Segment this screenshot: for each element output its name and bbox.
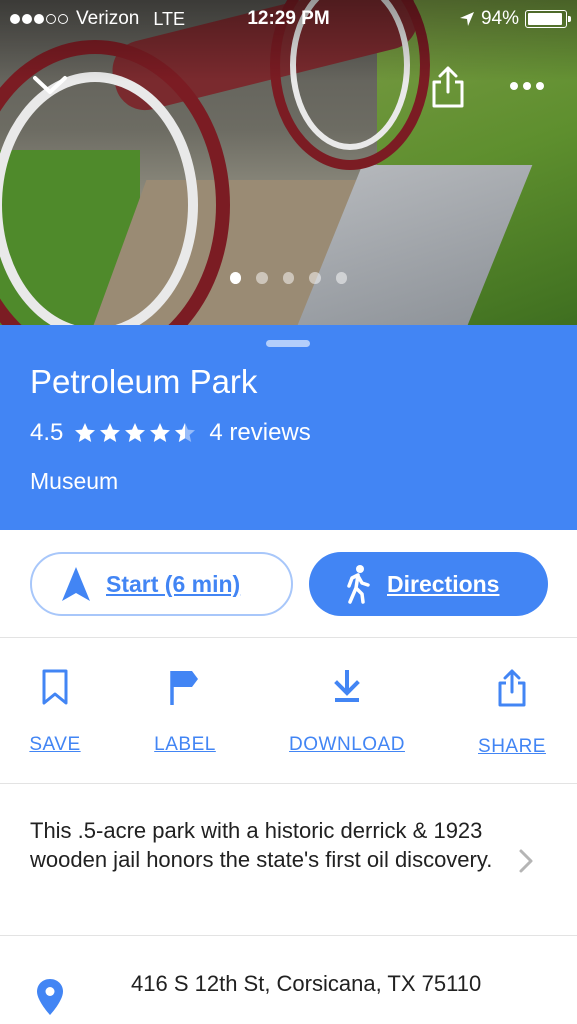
collapse-chevron-icon (33, 76, 67, 94)
location-pin-icon (37, 979, 63, 1015)
share-icon (432, 66, 464, 108)
pager-dot[interactable] (335, 272, 348, 284)
star-icon (150, 423, 171, 442)
pager-dot[interactable] (256, 272, 268, 284)
more-icon (510, 82, 544, 90)
download-icon (334, 670, 360, 702)
share-place-button[interactable]: SHARE (472, 668, 552, 758)
chevron-right-icon (519, 849, 533, 873)
download-button[interactable]: DOWNLOAD (282, 668, 412, 756)
start-navigation-button[interactable]: Start (6 min) (30, 552, 293, 616)
directions-label: Directions (387, 570, 500, 597)
reviews-count[interactable]: 4 reviews (209, 419, 310, 447)
star-rating (73, 421, 197, 445)
battery-icon (525, 10, 571, 28)
save-button[interactable]: SAVE (22, 668, 88, 756)
location-arrow-icon (459, 12, 474, 26)
share-button[interactable] (428, 64, 468, 110)
status-bar: Verizon LTE 12:29 PM 94% (0, 0, 577, 38)
pager-dot[interactable] (309, 272, 321, 284)
bookmark-icon (42, 669, 68, 705)
place-category: Museum (30, 468, 119, 494)
label-label: LABEL (154, 734, 216, 755)
more-options-button[interactable] (505, 72, 549, 100)
half-star-icon (175, 423, 196, 442)
start-label: Start (6 min) (106, 570, 241, 597)
download-label: DOWNLOAD (289, 734, 405, 755)
share-label: SHARE (478, 736, 546, 757)
rating-row[interactable]: 4.5 4 reviews (30, 419, 311, 447)
photo-pager (0, 272, 577, 284)
save-label: SAVE (29, 734, 81, 755)
directions-button[interactable]: Directions (309, 552, 548, 616)
place-title: Petroleum Park (30, 363, 258, 400)
label-button[interactable]: LABEL (145, 668, 225, 756)
description-row[interactable]: This .5-acre park with a historic derric… (0, 784, 577, 936)
star-icon (100, 423, 121, 442)
navigation-arrow-icon (62, 567, 90, 601)
walking-icon (347, 565, 370, 604)
share-icon (498, 669, 526, 707)
address-row[interactable]: 416 S 12th St, Corsicana, TX 75110 (0, 936, 577, 1024)
place-header[interactable]: Petroleum Park 4.5 4 reviews Museum (0, 325, 577, 530)
pager-dot[interactable] (282, 272, 295, 284)
pager-dot[interactable] (229, 272, 242, 284)
star-icon (125, 423, 146, 442)
flag-icon (170, 671, 198, 705)
collapse-button[interactable] (30, 70, 70, 102)
battery-percent: 94% (480, 8, 519, 29)
place-address: 416 S 12th St, Corsicana, TX 75110 (131, 971, 482, 996)
place-description: This .5-acre park with a historic derric… (30, 818, 493, 872)
drag-handle[interactable] (266, 340, 310, 347)
star-icon (75, 423, 96, 442)
quick-actions: SAVE LABEL DOWNLOAD SHARE (0, 638, 577, 784)
rating-value: 4.5 (30, 419, 64, 446)
navigation-actions: Start (6 min) Directions (0, 530, 577, 638)
